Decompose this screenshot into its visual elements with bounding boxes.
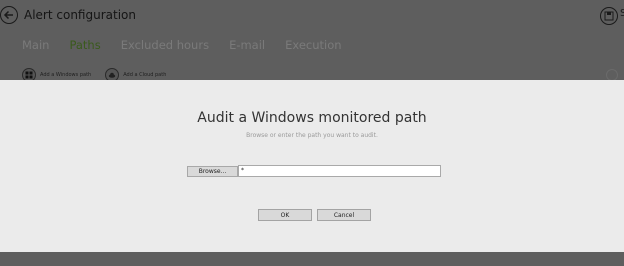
add-cloud-path-label[interactable]: Add a Cloud path: [123, 72, 166, 78]
add-windows-path-label[interactable]: Add a Windows path: [40, 72, 91, 78]
floppy-disk-icon: [604, 11, 614, 21]
cancel-button[interactable]: Cancel: [317, 209, 371, 221]
tab-paths[interactable]: Paths: [69, 38, 100, 52]
tab-main[interactable]: Main: [22, 38, 49, 52]
back-button[interactable]: [0, 6, 18, 24]
tab-bar: Main Paths Excluded hours E-mail Executi…: [22, 38, 362, 52]
save-label: S: [620, 8, 624, 19]
tab-excluded-hours[interactable]: Excluded hours: [121, 38, 209, 52]
browse-button[interactable]: Browse...: [187, 166, 238, 177]
dialog-subtitle: Browse or enter the path you want to aud…: [246, 132, 378, 139]
back-arrow-icon: [3, 10, 13, 20]
tab-execution[interactable]: Execution: [285, 38, 341, 52]
tab-email[interactable]: E-mail: [229, 38, 265, 52]
path-input[interactable]: *: [238, 165, 441, 177]
dialog-title: Audit a Windows monitored path: [197, 110, 427, 126]
audit-path-dialog: Audit a Windows monitored path Browse or…: [0, 80, 624, 252]
page-title: Alert configuration: [24, 8, 136, 22]
ok-button[interactable]: OK: [258, 209, 312, 221]
save-button[interactable]: [600, 7, 618, 25]
